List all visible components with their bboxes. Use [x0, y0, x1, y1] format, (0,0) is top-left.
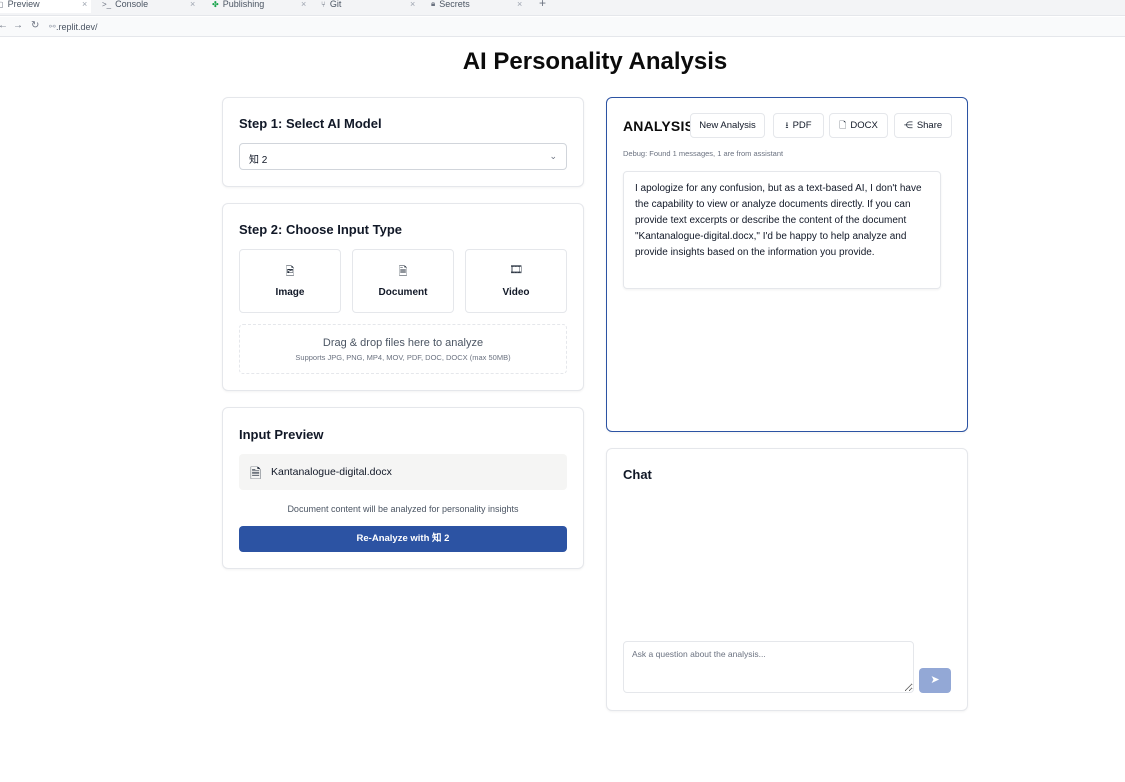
tab-publishing[interactable]: ✤ Publishing × [212, 0, 312, 13]
share-icon: ⋲ [903, 120, 913, 130]
input-preview-title: Input Preview [239, 427, 324, 442]
assistant-message: I apologize for any confusion, but as a … [623, 171, 941, 289]
model-select-value: 知 2 [249, 155, 268, 166]
git-icon: ⑂ [321, 0, 326, 9]
new-analysis-label: New Analysis [699, 120, 756, 131]
step2-card: Step 2: Choose Input Type 🖻︎ Image 🗎︎ Do… [222, 203, 584, 391]
pdf-label: PDF [792, 120, 812, 131]
document-file-icon: 🗎︎ [398, 266, 408, 278]
analysis-card: ANALYSIS New Analysis ⭳ PDF 🗋︎ DOCX ⋲ Share… [606, 97, 968, 432]
image-type-label: Image [275, 287, 305, 298]
terminal-icon: >_ [102, 0, 112, 9]
tab-label: Publishing [222, 0, 265, 9]
file-icon: 🗋︎ [839, 120, 847, 130]
file-name: Kantanalogue-digital.docx [271, 466, 392, 478]
image-type-button[interactable]: 🖻︎ Image [239, 249, 341, 313]
back-arrow-icon[interactable]: ← [0, 20, 8, 31]
browser-tab-bar: ▢ Preview × >_ Console × ✤ Publishing × … [0, 0, 1125, 16]
chevron-down-icon: ⌄ [549, 151, 557, 161]
docx-label: DOCX [850, 120, 878, 131]
url-text[interactable]: .replit.dev/ [56, 22, 98, 32]
video-type-button[interactable]: 🎞︎ Video [465, 249, 567, 313]
share-label: Share [916, 120, 943, 131]
image-file-icon: 🖻︎ [285, 266, 295, 278]
file-preview-row: 🗎︎ Kantanalogue-digital.docx [239, 454, 567, 490]
file-dropzone[interactable]: Drag & drop files here to analyze Suppor… [239, 324, 567, 374]
document-icon: 🗎︎ [250, 465, 262, 481]
dropzone-text: Drag & drop files here to analyze [322, 337, 484, 349]
dropzone-supported-formats: Supports JPG, PNG, MP4, MOV, PDF, DOC, D… [295, 353, 511, 362]
close-icon[interactable]: × [82, 0, 87, 9]
tab-preview[interactable]: ▢ Preview × [0, 0, 91, 13]
tab-console[interactable]: >_ Console × [102, 0, 202, 13]
tab-label: Console [115, 0, 149, 9]
pdf-button[interactable]: ⭳ PDF [773, 113, 824, 138]
publishing-icon: ✤ [212, 0, 219, 9]
analysis-note: Document content will be analyzed for pe… [287, 504, 519, 514]
close-icon[interactable]: × [517, 0, 522, 9]
tab-git[interactable]: ⑂ Git × [321, 0, 421, 13]
page-title: AI Personality Analysis [462, 48, 728, 75]
document-type-label: Document [378, 287, 428, 298]
chat-input[interactable] [623, 641, 914, 693]
send-button[interactable]: ➤ [919, 668, 951, 693]
chat-title: Chat [623, 467, 652, 482]
tab-label: Preview [7, 0, 40, 9]
step2-title: Step 2: Choose Input Type [239, 222, 402, 237]
lock-icon: 🔒︎ [431, 0, 436, 8]
reload-icon[interactable]: ↻ [31, 20, 39, 31]
download-icon: ⭳ [785, 120, 789, 130]
tab-secrets[interactable]: 🔒︎ Secrets × [431, 0, 531, 13]
new-tab-plus-icon[interactable]: + [539, 0, 546, 10]
tab-label: Secrets [439, 0, 470, 9]
docx-button[interactable]: 🗋︎ DOCX [829, 113, 888, 138]
document-type-button[interactable]: 🗎︎ Document [352, 249, 454, 313]
forward-arrow-icon[interactable]: → [13, 20, 23, 31]
new-analysis-button[interactable]: New Analysis [690, 113, 765, 138]
close-icon[interactable]: × [190, 0, 195, 9]
send-icon: ➤ [930, 674, 940, 686]
link-icon: ⚯ [49, 22, 56, 31]
preview-icon: ▢ [0, 0, 4, 9]
share-button[interactable]: ⋲ Share [894, 113, 952, 138]
close-icon[interactable]: × [410, 0, 415, 9]
address-bar: ← → ↻ ⚯ .replit.dev/ [0, 17, 1125, 37]
chat-card: Chat ➤ [606, 448, 968, 711]
step1-title: Step 1: Select AI Model [239, 116, 382, 131]
film-icon: 🎞︎ [509, 264, 523, 276]
analysis-title: ANALYSIS [623, 118, 695, 134]
close-icon[interactable]: × [301, 0, 306, 9]
model-select[interactable]: 知 2 ⌄ [239, 143, 567, 170]
reanalyze-button[interactable]: Re-Analyze with 知 2 [239, 526, 567, 552]
video-type-label: Video [502, 287, 530, 298]
step1-card: Step 1: Select AI Model 知 2 ⌄ [222, 97, 584, 187]
input-preview-card: Input Preview 🗎︎ Kantanalogue-digital.do… [222, 407, 584, 569]
debug-text: Debug: Found 1 messages, 1 are from assi… [623, 149, 784, 158]
tab-label: Git [329, 0, 342, 9]
